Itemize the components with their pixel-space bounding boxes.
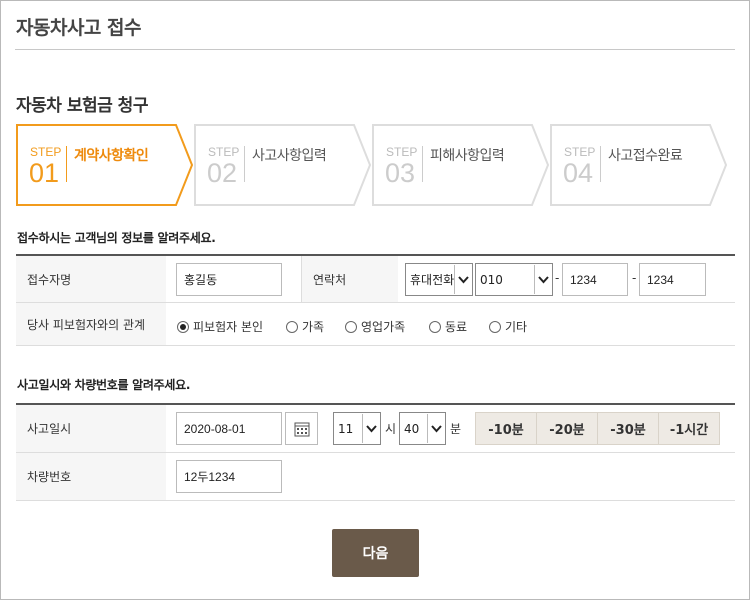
calendar-icon[interactable] bbox=[285, 412, 318, 445]
chevron-down-icon bbox=[362, 414, 379, 443]
step-4: STEP 04 사고접수완료 bbox=[550, 124, 728, 206]
page-title: 자동차사고 접수 bbox=[16, 17, 141, 39]
hour-select[interactable]: 11 bbox=[333, 412, 381, 445]
window-frame: 자동차사고 접수 자동차 보험금 청구 STEP 01 계약사항확인 STEP … bbox=[0, 0, 750, 600]
step-3: STEP 03 피해사항입력 bbox=[372, 124, 550, 206]
phone-prefix-value: 010 bbox=[480, 272, 503, 287]
row-relation: 당사 피보험자와의 관계 피보험자 본인 가족 영업가족 동료 기타 bbox=[16, 303, 735, 346]
phone-dash: - bbox=[555, 271, 560, 285]
customer-heading: 접수하시는 고객님의 정보를 알려주세요. bbox=[17, 231, 216, 245]
relation-radio-business-family[interactable]: 영업가족 bbox=[345, 318, 405, 335]
step-separator bbox=[600, 146, 601, 182]
radio-circle bbox=[429, 320, 441, 333]
step-number: 04 bbox=[563, 158, 594, 188]
step-number: 01 bbox=[29, 158, 60, 188]
accident-heading: 사고일시와 차량번호를 알려주세요. bbox=[17, 378, 191, 392]
applicant-name-label: 접수자명 bbox=[16, 256, 166, 302]
next-button[interactable]: 다음 bbox=[332, 529, 419, 577]
relation-label: 당사 피보험자와의 관계 bbox=[16, 303, 166, 345]
minus-20min-button[interactable]: -20분 bbox=[536, 412, 598, 445]
radio-label: 기타 bbox=[505, 320, 528, 334]
step-name: 사고사항입력 bbox=[252, 148, 327, 164]
relation-radio-self[interactable]: 피보험자 본인 bbox=[177, 318, 263, 335]
radio-circle bbox=[345, 320, 357, 333]
radio-circle bbox=[489, 320, 501, 333]
step-separator bbox=[66, 146, 67, 182]
radio-label: 영업가족 bbox=[361, 320, 406, 334]
step-label: STEP bbox=[30, 145, 62, 159]
radio-label: 피보험자 본인 bbox=[193, 320, 264, 334]
title-divider bbox=[15, 49, 735, 50]
applicant-name-input[interactable]: 홍길동 bbox=[176, 263, 282, 296]
row-accident-datetime: 사고일시 2020-08-01 11 시 40 분 -10분 -20분 -30분… bbox=[16, 405, 735, 453]
step-separator bbox=[244, 146, 245, 182]
step-2: STEP 02 사고사항입력 bbox=[194, 124, 372, 206]
step-label: STEP bbox=[208, 145, 240, 159]
relation-radio-coworker[interactable]: 동료 bbox=[429, 318, 467, 335]
phone-type-select[interactable]: 휴대전화 bbox=[405, 263, 473, 296]
minus-10min-button[interactable]: -10분 bbox=[475, 412, 537, 445]
radio-circle bbox=[286, 320, 298, 333]
minute-value: 40 bbox=[404, 421, 420, 436]
phone-dash: - bbox=[632, 271, 637, 285]
phone-type-value: 휴대전화 bbox=[410, 273, 455, 287]
step-label: STEP bbox=[564, 145, 596, 159]
minute-select[interactable]: 40 bbox=[399, 412, 446, 445]
step-name: 피해사항입력 bbox=[430, 148, 505, 164]
minus-1hour-button[interactable]: -1시간 bbox=[658, 412, 720, 445]
contact-label: 연락처 bbox=[301, 256, 398, 302]
chevron-down-icon bbox=[427, 414, 444, 443]
phone-last-input[interactable]: 1234 bbox=[639, 263, 706, 296]
relation-radio-family[interactable]: 가족 bbox=[286, 318, 324, 335]
radio-label: 가족 bbox=[302, 320, 325, 334]
radio-circle bbox=[177, 320, 189, 333]
step-name: 사고접수완료 bbox=[608, 148, 683, 164]
phone-mid-input[interactable]: 1234 bbox=[562, 263, 628, 296]
step-number: 02 bbox=[207, 158, 238, 188]
hour-value: 11 bbox=[338, 421, 354, 436]
accident-date-input[interactable]: 2020-08-01 bbox=[176, 412, 282, 445]
minute-unit: 분 bbox=[450, 422, 462, 436]
relation-radio-other[interactable]: 기타 bbox=[489, 318, 527, 335]
section-title: 자동차 보험금 청구 bbox=[16, 96, 148, 116]
chevron-down-icon bbox=[534, 265, 551, 294]
step-number: 03 bbox=[385, 158, 416, 188]
minus-30min-button[interactable]: -30분 bbox=[597, 412, 659, 445]
chevron-down-icon bbox=[454, 265, 471, 294]
accident-date-label: 사고일시 bbox=[16, 405, 166, 452]
car-number-input[interactable]: 12두1234 bbox=[176, 460, 282, 493]
hour-unit: 시 bbox=[385, 422, 397, 436]
row-applicant: 접수자명 홍길동 연락처 휴대전화 010 - 1234 - 1234 bbox=[16, 256, 735, 303]
radio-label: 동료 bbox=[445, 320, 468, 334]
car-number-label: 차량번호 bbox=[16, 453, 166, 500]
step-name: 계약사항확인 bbox=[74, 148, 149, 164]
step-separator bbox=[422, 146, 423, 182]
step-1: STEP 01 계약사항확인 bbox=[16, 124, 194, 206]
phone-prefix-select[interactable]: 010 bbox=[475, 263, 553, 296]
step-label: STEP bbox=[386, 145, 418, 159]
row-car-number: 차량번호 12두1234 bbox=[16, 453, 735, 501]
